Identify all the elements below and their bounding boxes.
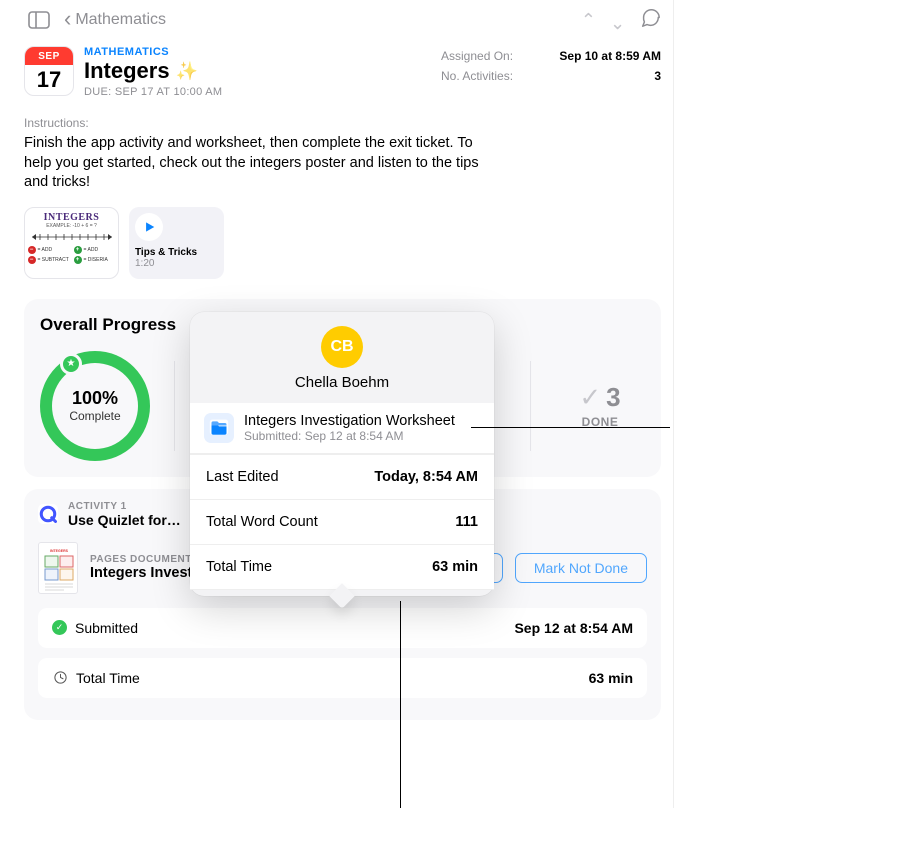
popover-word-count-row: Total Word Count 111 <box>190 500 494 545</box>
assigned-on-value: Sep 10 at 8:59 AM <box>559 49 661 63</box>
avatar-initials: CB <box>321 326 363 368</box>
instructions-label: Instructions: <box>12 106 673 134</box>
back-button[interactable]: ‹ Mathematics <box>64 9 166 31</box>
total-time-row: Total Time 63 min <box>38 658 647 698</box>
calendar-icon: SEP 17 <box>24 46 74 96</box>
audio-name: Tips & Tricks <box>135 247 218 258</box>
calendar-month: SEP <box>25 47 73 65</box>
attachments-row: INTEGERS EXAMPLE: -10 + 6 = ? −= ADD += … <box>12 207 673 299</box>
sparkles-icon: ✨ <box>176 61 198 82</box>
activity-1-name: Use Quizlet for… <box>68 512 181 528</box>
popover-total-time-label: Total Time <box>206 559 272 575</box>
activities-count-value: 3 <box>654 69 661 83</box>
popover-doc-subtitle: Submitted: Sep 12 at 8:54 AM <box>244 429 455 443</box>
popover-word-count-label: Total Word Count <box>206 514 318 530</box>
progress-percent-label: Complete <box>69 409 120 423</box>
popover-doc-title: Integers Investigation Worksheet <box>244 413 455 429</box>
student-detail-popover: CB Chella Boehm Integers Investigation W… <box>190 312 494 596</box>
progress-percent: 100% <box>72 388 118 409</box>
poster-title: INTEGERS <box>44 212 100 223</box>
top-toolbar: ‹ Mathematics ⌃ ⌃ <box>12 0 673 40</box>
stat-done: ✓3 DONE <box>555 382 645 429</box>
attachment-poster[interactable]: INTEGERS EXAMPLE: -10 + 6 = ? −= ADD += … <box>24 207 119 279</box>
poster-rules-grid: −= ADD += ADD −= SUBTRACT += DISERIA <box>28 246 116 264</box>
doc-thumbnail-icon: INTEGERS <box>38 542 78 594</box>
submitted-value: Sep 12 at 8:54 AM <box>514 620 633 636</box>
chevron-left-icon: ‹ <box>64 8 71 30</box>
assignment-header: SEP 17 MATHEMATICS Integers ✨ DUE: SEP 1… <box>12 40 673 106</box>
student-name: Chella Boehm <box>190 374 494 391</box>
assignment-category: MATHEMATICS <box>84 46 431 58</box>
submitted-check-icon: ✓ <box>52 620 67 635</box>
svg-text:INTEGERS: INTEGERS <box>50 549 69 553</box>
instructions-text: Finish the app activity and worksheet, t… <box>12 134 512 207</box>
popover-last-edited-value: Today, 8:54 AM <box>374 469 478 485</box>
submitted-label: Submitted <box>75 620 138 636</box>
popover-total-time-value: 63 min <box>432 559 478 575</box>
chevron-down-icon[interactable]: ⌃ <box>610 11 625 32</box>
assignment-title: Integers ✨ <box>84 58 431 84</box>
popover-doc-row[interactable]: Integers Investigation Worksheet Submitt… <box>190 403 494 454</box>
assignment-due: DUE: SEP 17 AT 10:00 AM <box>84 86 431 98</box>
chat-icon[interactable] <box>639 7 661 34</box>
popover-last-edited-label: Last Edited <box>206 469 279 485</box>
audio-duration: 1:20 <box>135 258 218 269</box>
popover-word-count-value: 111 <box>455 514 478 530</box>
activity-1-tag: ACTIVITY 1 <box>68 501 181 512</box>
app-screen: ‹ Mathematics ⌃ ⌃ SEP 17 MATHEMATICS Int… <box>12 0 674 808</box>
attachment-audio[interactable]: Tips & Tricks 1:20 <box>129 207 224 279</box>
files-folder-icon <box>204 413 234 443</box>
progress-ring: 100% Complete ★ <box>40 351 150 461</box>
check-icon: ✓ <box>579 382 601 413</box>
submitted-row: ✓ Submitted Sep 12 at 8:54 AM <box>38 608 647 648</box>
annotation-pointer-1 <box>471 427 670 428</box>
poster-numberline-icon <box>30 231 114 243</box>
star-badge-icon: ★ <box>60 353 82 375</box>
calendar-day: 17 <box>37 65 61 95</box>
assigned-on-label: Assigned On: <box>441 49 513 63</box>
mark-not-done-button[interactable]: Mark Not Done <box>515 553 647 583</box>
total-time-value: 63 min <box>589 670 633 686</box>
total-time-label: Total Time <box>76 670 140 686</box>
play-icon <box>135 213 163 241</box>
assignment-meta: Assigned On: Sep 10 at 8:59 AM No. Activ… <box>441 46 661 98</box>
sidebar-toggle-icon[interactable] <box>24 5 54 35</box>
done-value: 3 <box>606 382 620 413</box>
clock-icon <box>52 670 68 686</box>
activities-count-label: No. Activities: <box>441 69 513 83</box>
chevron-up-icon[interactable]: ⌃ <box>581 10 596 31</box>
popover-last-edited-row: Last Edited Today, 8:54 AM <box>190 455 494 500</box>
back-label: Mathematics <box>75 11 166 29</box>
quizlet-icon <box>38 504 58 524</box>
annotation-pointer-2 <box>400 601 401 808</box>
poster-example: EXAMPLE: -10 + 6 = ? <box>46 223 97 229</box>
